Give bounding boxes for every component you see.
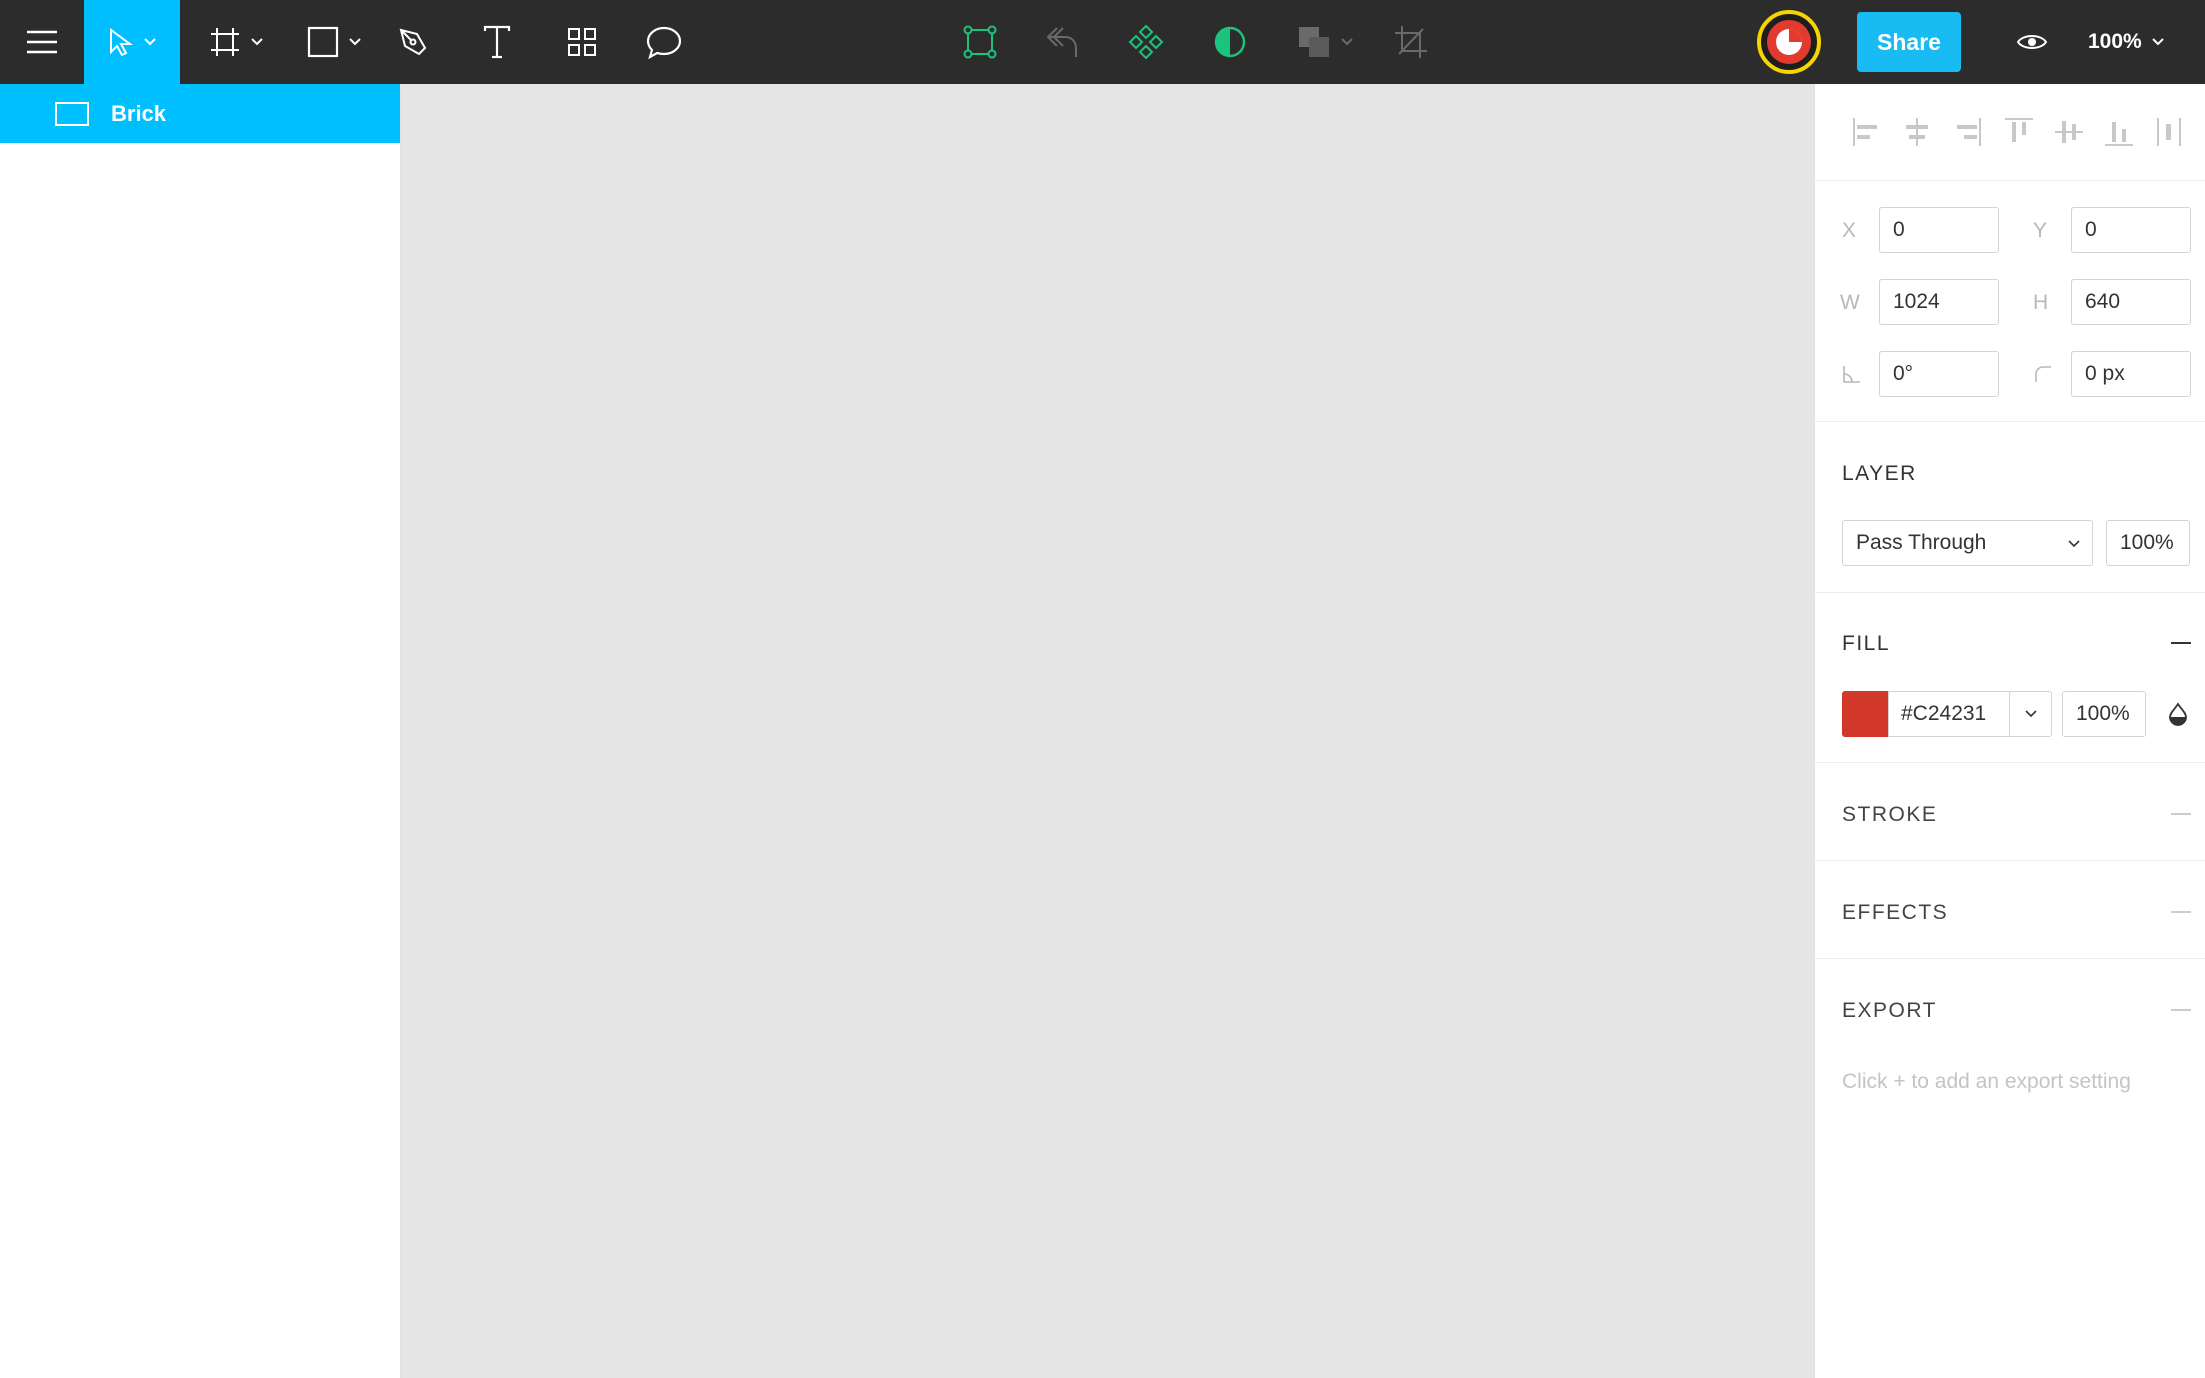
fill-hex-value: #C24231 — [1901, 702, 1987, 725]
visibility-drop-icon[interactable] — [2168, 702, 2188, 726]
crop-button[interactable] — [1390, 0, 1432, 84]
distribute-icon[interactable] — [2151, 114, 2187, 150]
chevron-down-icon — [251, 38, 263, 46]
boolean-icon — [1299, 27, 1329, 57]
preview-button[interactable] — [2010, 0, 2054, 84]
x-input[interactable]: 0 — [1879, 207, 1999, 253]
rotation-input[interactable]: 0° — [1879, 351, 1999, 397]
boolean-button[interactable] — [1292, 0, 1358, 84]
width-input[interactable]: 1024 — [1879, 279, 1999, 325]
pointer-icon — [110, 28, 134, 56]
height-input[interactable]: 640 — [2071, 279, 2191, 325]
align-horizontal-center-icon[interactable] — [1899, 114, 1935, 150]
chevron-down-icon — [1341, 38, 1353, 46]
align-bottom-icon[interactable] — [2101, 114, 2137, 150]
comment-tool-button[interactable] — [643, 0, 685, 84]
edit-object-button[interactable] — [958, 0, 1002, 84]
avatar[interactable] — [1757, 10, 1821, 74]
menu-button[interactable] — [0, 0, 84, 84]
component-button[interactable] — [1124, 0, 1168, 84]
mask-icon — [1214, 26, 1246, 58]
user-avatar-icon — [1757, 10, 1821, 74]
toolbar: Share 100% — [0, 0, 2205, 84]
text-icon — [483, 25, 511, 59]
corner-radius-input[interactable]: 0 px — [2071, 351, 2191, 397]
align-right-icon[interactable] — [1949, 114, 1985, 150]
eye-icon — [2017, 35, 2047, 49]
frame-icon — [211, 28, 239, 56]
align-left-icon[interactable] — [1849, 114, 1885, 150]
comment-icon — [646, 26, 682, 59]
move-tool-button[interactable] — [84, 0, 180, 84]
zoom-label: 100% — [2088, 30, 2142, 53]
pen-icon — [399, 28, 427, 56]
stroke-section-title: STROKE — [1842, 803, 1938, 826]
blend-mode-select[interactable]: Pass Through — [1842, 520, 2093, 566]
fill-color-swatch[interactable] — [1842, 691, 1889, 737]
zoom-control[interactable]: 100% — [2088, 0, 2164, 84]
align-top-icon[interactable] — [2001, 114, 2037, 150]
pen-tool-button[interactable] — [392, 0, 434, 84]
hamburger-icon — [27, 30, 57, 54]
fill-hex-input[interactable]: #C24231 — [1888, 691, 2026, 737]
fill-type-dropdown[interactable] — [2009, 691, 2052, 737]
x-label: X — [1842, 219, 1857, 242]
share-button[interactable]: Share — [1857, 12, 1961, 72]
layer-opacity-input[interactable]: 100% — [2106, 520, 2190, 566]
grid-icon — [568, 28, 596, 56]
rotation-icon — [1843, 366, 1860, 383]
chevron-down-icon — [2068, 540, 2080, 548]
chevron-down-icon — [144, 38, 156, 46]
component-icon — [1128, 24, 1164, 60]
frame-layer-icon — [55, 101, 89, 126]
crop-icon — [1395, 26, 1427, 58]
divider — [1815, 958, 2205, 959]
shape-tool-button[interactable] — [294, 0, 374, 84]
chevron-down-icon — [349, 38, 361, 46]
alignment-toolbar — [1815, 84, 2205, 181]
export-section-title: EXPORT — [1842, 999, 1937, 1022]
add-stroke-button[interactable] — [2171, 813, 2191, 815]
canvas[interactable] — [401, 84, 1814, 1378]
rectangle-icon — [307, 26, 339, 58]
add-effect-button[interactable] — [2171, 911, 2191, 913]
undo-button[interactable] — [1042, 0, 1082, 84]
mask-button[interactable] — [1210, 0, 1250, 84]
chevron-down-icon — [2024, 710, 2037, 718]
h-label: H — [2033, 291, 2049, 314]
add-export-button[interactable] — [2171, 1009, 2191, 1011]
divider — [1815, 592, 2205, 593]
layer-section-title: LAYER — [1842, 462, 1917, 485]
text-tool-button[interactable] — [478, 0, 516, 84]
undo-icon — [1046, 27, 1077, 57]
divider — [1815, 421, 2205, 422]
layers-panel: Brick — [0, 84, 401, 1378]
effects-section-title: EFFECTS — [1842, 901, 1949, 924]
blend-mode-value: Pass Through — [1856, 531, 1987, 554]
edit-object-icon — [963, 25, 997, 59]
align-vertical-center-icon[interactable] — [2051, 114, 2087, 150]
export-hint: Click + to add an export setting — [1842, 1070, 2131, 1093]
w-label: W — [1840, 291, 1860, 314]
fill-opacity-input[interactable]: 100% — [2062, 691, 2146, 737]
divider — [1815, 860, 2205, 861]
properties-panel: X 0 Y 0 W 1024 H 640 0° 0 px LAYER Pass … — [1814, 84, 2205, 1378]
divider — [1815, 762, 2205, 763]
remove-fill-button[interactable] — [2171, 642, 2191, 644]
fill-section-title: FILL — [1842, 632, 1891, 655]
corner-radius-icon — [2035, 366, 2051, 382]
components-tool-button[interactable] — [562, 0, 602, 84]
frame-tool-button[interactable] — [196, 0, 276, 84]
y-label: Y — [2033, 219, 2048, 242]
chevron-down-icon — [2152, 38, 2164, 46]
y-input[interactable]: 0 — [2071, 207, 2191, 253]
layer-item-brick[interactable]: Brick — [0, 84, 400, 143]
layer-name: Brick — [111, 100, 167, 126]
